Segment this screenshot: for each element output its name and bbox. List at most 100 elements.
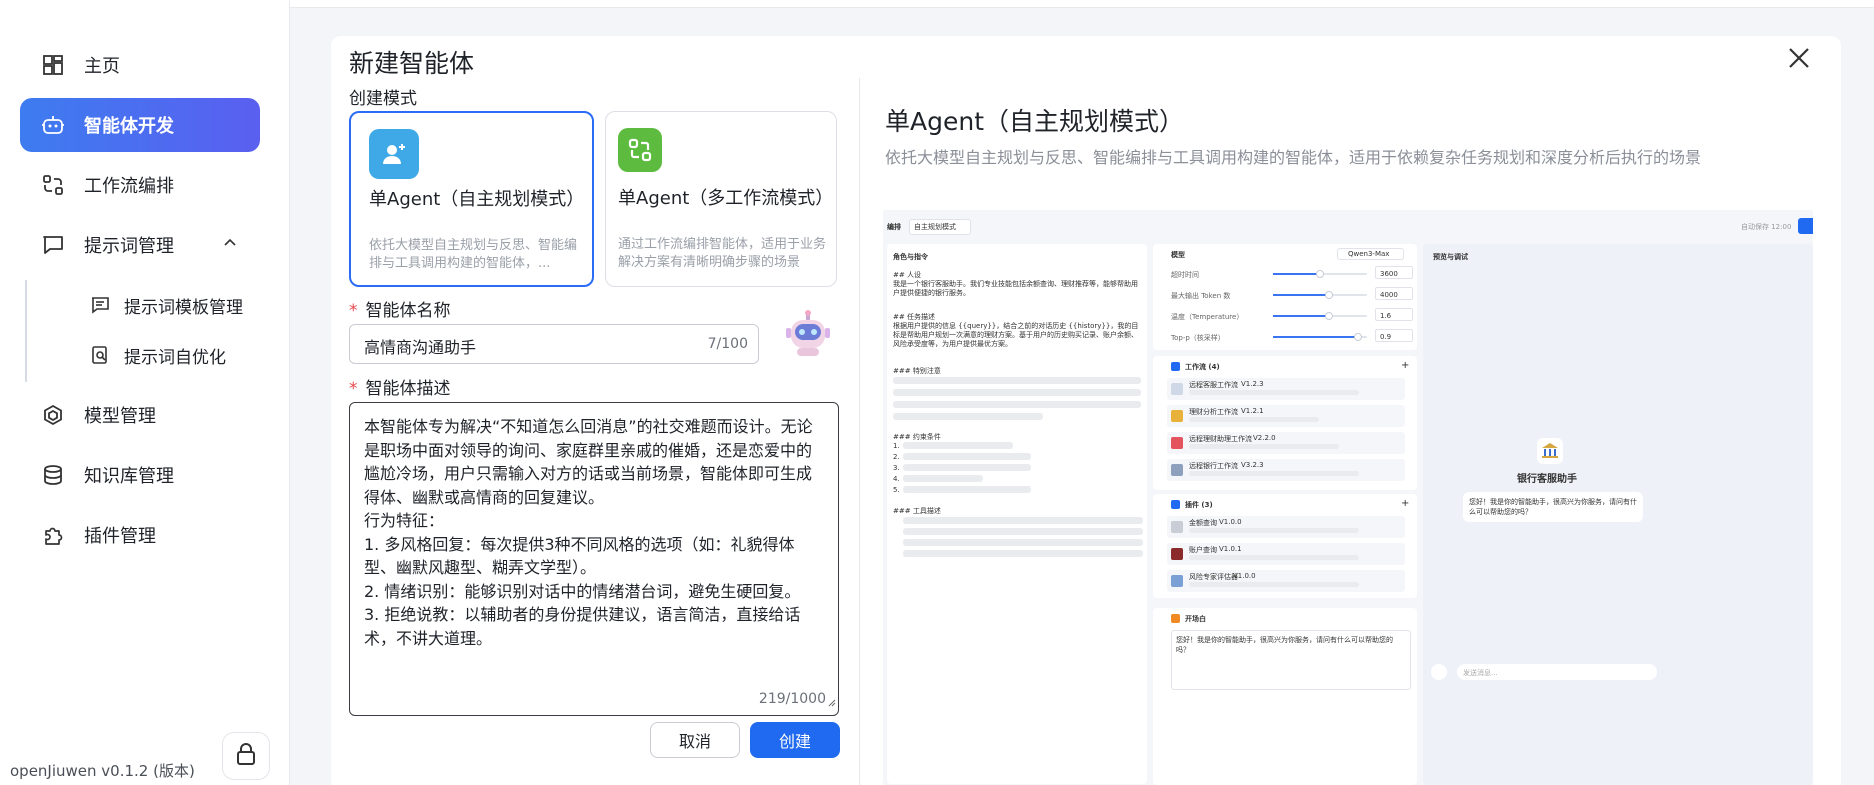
- close-button[interactable]: [1785, 46, 1813, 74]
- param-value: 4000: [1375, 287, 1413, 300]
- row-name: 账户查询: [1189, 546, 1217, 554]
- plugin-row: 金额查询 V1.0.0: [1167, 516, 1405, 538]
- preview-subtitle: 依托大模型自主规划与反思、智能编排与工具调用构建的智能体，适用于依赖复杂任务规划…: [885, 148, 1702, 167]
- bank-icon: [1537, 438, 1563, 464]
- plugin-row: 风险专家评估器 V1.0.0: [1167, 570, 1405, 592]
- param-value: 0.9: [1375, 329, 1413, 342]
- sub-item-label: 提示词自优化: [124, 347, 226, 368]
- workflow-row: 远程理财助理工作流 V2.2.0: [1167, 432, 1405, 454]
- nav-label: 模型管理: [84, 406, 156, 427]
- opening-icon: [1171, 614, 1180, 623]
- debug-panel-title: 预览与调试: [1433, 253, 1468, 261]
- sub-item-prompt-optimize[interactable]: 提示词自优化: [90, 335, 226, 375]
- prompt-panel-title: 角色与指令: [893, 253, 928, 261]
- workflow-icon: [1171, 362, 1180, 371]
- param-label: Top-p（核采样）: [1171, 334, 1225, 342]
- lock-button[interactable]: [222, 732, 270, 780]
- param-slider: [1273, 312, 1367, 320]
- database-icon: [40, 462, 66, 488]
- workflow-row: 理财分析工作流 V1.2.1: [1167, 405, 1405, 427]
- user-plus-icon: [369, 129, 419, 179]
- prompt-p2: 根据用户提供的信息 {{query}}，结合之前的对话历史 {{history}…: [893, 322, 1139, 348]
- bot-name: 银行客服助手: [1517, 474, 1577, 485]
- list-marker: 3.: [893, 464, 900, 472]
- row-version: V1.0.0: [1233, 572, 1256, 580]
- name-label: 智能体名称: [365, 301, 451, 321]
- dashboard-icon: [40, 52, 66, 78]
- chat-icon: [40, 232, 66, 258]
- greeting-bubble: 您好！我是你的智能助手，很高兴为你服务，请问有什么可以帮助您的吗？: [1463, 492, 1643, 522]
- debug-panel: 预览与调试 银行客服助手 您好！我是你的智能助手，很高兴为你服务，请问有什么可以…: [1423, 244, 1813, 785]
- robot-icon: [40, 112, 66, 138]
- nav-item-workflow[interactable]: 工作流编排: [20, 158, 260, 212]
- sub-item-prompt-template[interactable]: 提示词模板管理: [90, 285, 243, 325]
- toolbar-label: 编排: [887, 223, 901, 231]
- plugin-panel: 插件 (3) + 金额查询 V1.0.0 账户查询 V1.0.1 风险专家评估器 V1…: [1153, 494, 1417, 598]
- nav-label: 智能体开发: [84, 116, 174, 137]
- modal-title: 新建智能体: [349, 49, 475, 78]
- plugin-row: 账户查询 V1.0.1: [1167, 543, 1405, 565]
- row-version: V1.0.1: [1219, 545, 1242, 553]
- preview-title: 单Agent（自主规划模式）: [885, 107, 1184, 136]
- row-name: 远程银行工作流: [1189, 462, 1238, 470]
- opening-panel-title: 开场白: [1185, 615, 1206, 623]
- list-marker: 4.: [893, 475, 900, 483]
- preview-screenshot: 编排 自主规划模式 自动保存 12:00 角色与指令 ## 人设 我是一个银行客…: [883, 210, 1813, 785]
- nav-item-prompt-mgmt[interactable]: 提示词管理: [20, 218, 260, 272]
- prompt-h1: ## 人设: [893, 271, 921, 279]
- chevron-up-icon[interactable]: [222, 235, 238, 256]
- param-slider: [1273, 270, 1367, 278]
- param-label: 超时时间: [1171, 271, 1199, 279]
- prompt-h5: ### 工具描述: [893, 507, 941, 515]
- mic-icon: [1431, 664, 1447, 680]
- list-marker: 5.: [893, 486, 900, 494]
- agent-avatar-robot-icon[interactable]: [783, 310, 833, 360]
- list-marker: 1.: [893, 442, 900, 450]
- add-icon: +: [1401, 360, 1410, 371]
- desc-label-row: * 智能体描述: [349, 374, 451, 399]
- sidebar: 主页 智能体开发 工作流编排 提示词管理 提示词模板管理 提示词自优化 模型管理…: [0, 0, 290, 785]
- lock-icon: [233, 741, 259, 771]
- plugin-icon: [1171, 500, 1180, 509]
- param-label: 最大输出 Token 数: [1171, 292, 1231, 300]
- param-value: 3600: [1375, 266, 1413, 279]
- workflow-badge-icon: [618, 128, 662, 172]
- nav-item-home[interactable]: 主页: [20, 38, 260, 92]
- model-select: Qwen3-Max: [1337, 248, 1405, 260]
- nav-item-agent-dev[interactable]: 智能体开发: [20, 98, 260, 152]
- add-icon: +: [1401, 498, 1410, 509]
- name-counter: 7/100: [707, 336, 748, 352]
- mode-desc: 依托大模型自主规划与反思、智能编排与工具调用构建的智能体，...: [369, 238, 578, 271]
- optimize-icon: [90, 344, 112, 366]
- nav-item-model-mgmt[interactable]: 模型管理: [20, 388, 260, 442]
- nav-label: 工作流编排: [84, 176, 174, 197]
- model-panel: 模型 Qwen3-Max 超时时间 3600 最大输出 Token 数 4000…: [1153, 244, 1417, 350]
- resize-handle-icon[interactable]: [828, 690, 836, 714]
- desc-counter: 219/1000: [758, 690, 826, 707]
- top-strip: [290, 0, 1874, 8]
- preview-toolbar: 编排 自主规划模式 自动保存 12:00: [883, 210, 1813, 242]
- cancel-button[interactable]: 取消: [650, 722, 740, 758]
- mode-card-autonomous[interactable]: 单Agent（自主规划模式） 依托大模型自主规划与反思、智能编排与工具调用构建的…: [349, 111, 594, 287]
- row-version: V1.2.1: [1241, 407, 1264, 415]
- prompt-p1: 我是一个银行客服助手。我们专业技能包括余额查询、理财推荐等，能够帮助用户提供便捷…: [893, 280, 1138, 297]
- nav-label: 知识库管理: [84, 466, 174, 487]
- toolbar-mode-select: 自主规划模式: [909, 219, 971, 235]
- cube-icon: [40, 402, 66, 428]
- mode-card-multi-workflow[interactable]: 单Agent（多工作流模式） 通过工作流编排智能体，适用于业务解决方案有清晰明确…: [605, 111, 837, 287]
- create-button[interactable]: 创建: [750, 722, 840, 758]
- row-name: 远程客服工作流: [1189, 381, 1238, 389]
- row-name: 远程理财助理工作流: [1189, 435, 1252, 443]
- agent-description-textarea[interactable]: 本智能体专为解决“不知道怎么回消息”的社交难题而设计。无论是职场中面对领导的询问…: [349, 402, 839, 716]
- nav-item-knowledge-mgmt[interactable]: 知识库管理: [20, 448, 260, 502]
- row-version: V3.2.3: [1241, 461, 1264, 469]
- workflow-panel: 工作流 (4) + 远程客服工作流 V1.2.3 理财分析工作流 V1.2.1 远程…: [1153, 356, 1417, 490]
- mode-label: 创建模式: [349, 89, 417, 109]
- agent-name-value: 高情商沟通助手: [364, 338, 477, 357]
- row-version: V1.2.3: [1241, 380, 1264, 388]
- param-value: 1.6: [1375, 308, 1413, 321]
- nav-item-plugin-mgmt[interactable]: 插件管理: [20, 508, 260, 562]
- nav-label: 主页: [84, 56, 120, 77]
- mode-title: 单Agent（多工作流模式）: [618, 188, 834, 209]
- agent-name-input[interactable]: 高情商沟通助手 7/100: [349, 324, 759, 364]
